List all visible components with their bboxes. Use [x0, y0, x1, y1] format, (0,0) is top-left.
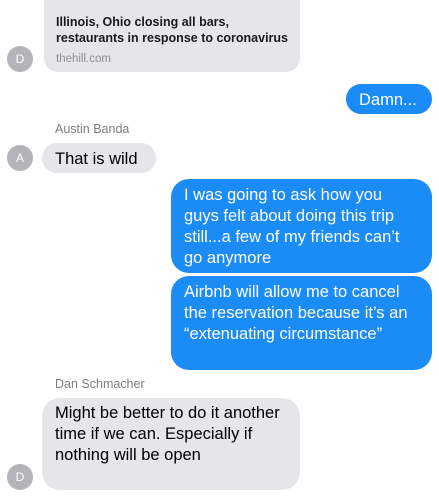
message-bubble-incoming[interactable]: That is wild [42, 143, 156, 173]
link-preview-title: Illinois, Ohio closing all bars, restaur… [56, 15, 289, 45]
avatar[interactable]: D [7, 46, 33, 72]
avatar[interactable]: A [7, 145, 33, 171]
message-bubble-outgoing[interactable]: Damn... [346, 84, 432, 114]
message-bubble-outgoing[interactable]: I was going to ask how you guys felt abo… [171, 179, 432, 273]
sender-name: Dan Schmacher [55, 377, 145, 391]
sender-name: Austin Banda [55, 122, 130, 136]
link-preview-card[interactable]: Illinois, Ohio closing all bars, restaur… [44, 0, 300, 72]
message-bubble-incoming[interactable]: Might be better to do it another time if… [42, 398, 300, 490]
message-bubble-outgoing[interactable]: Airbnb will allow me to cancel the reser… [171, 276, 432, 370]
link-preview-domain: thehill.com [56, 53, 111, 65]
avatar[interactable]: D [7, 464, 33, 490]
